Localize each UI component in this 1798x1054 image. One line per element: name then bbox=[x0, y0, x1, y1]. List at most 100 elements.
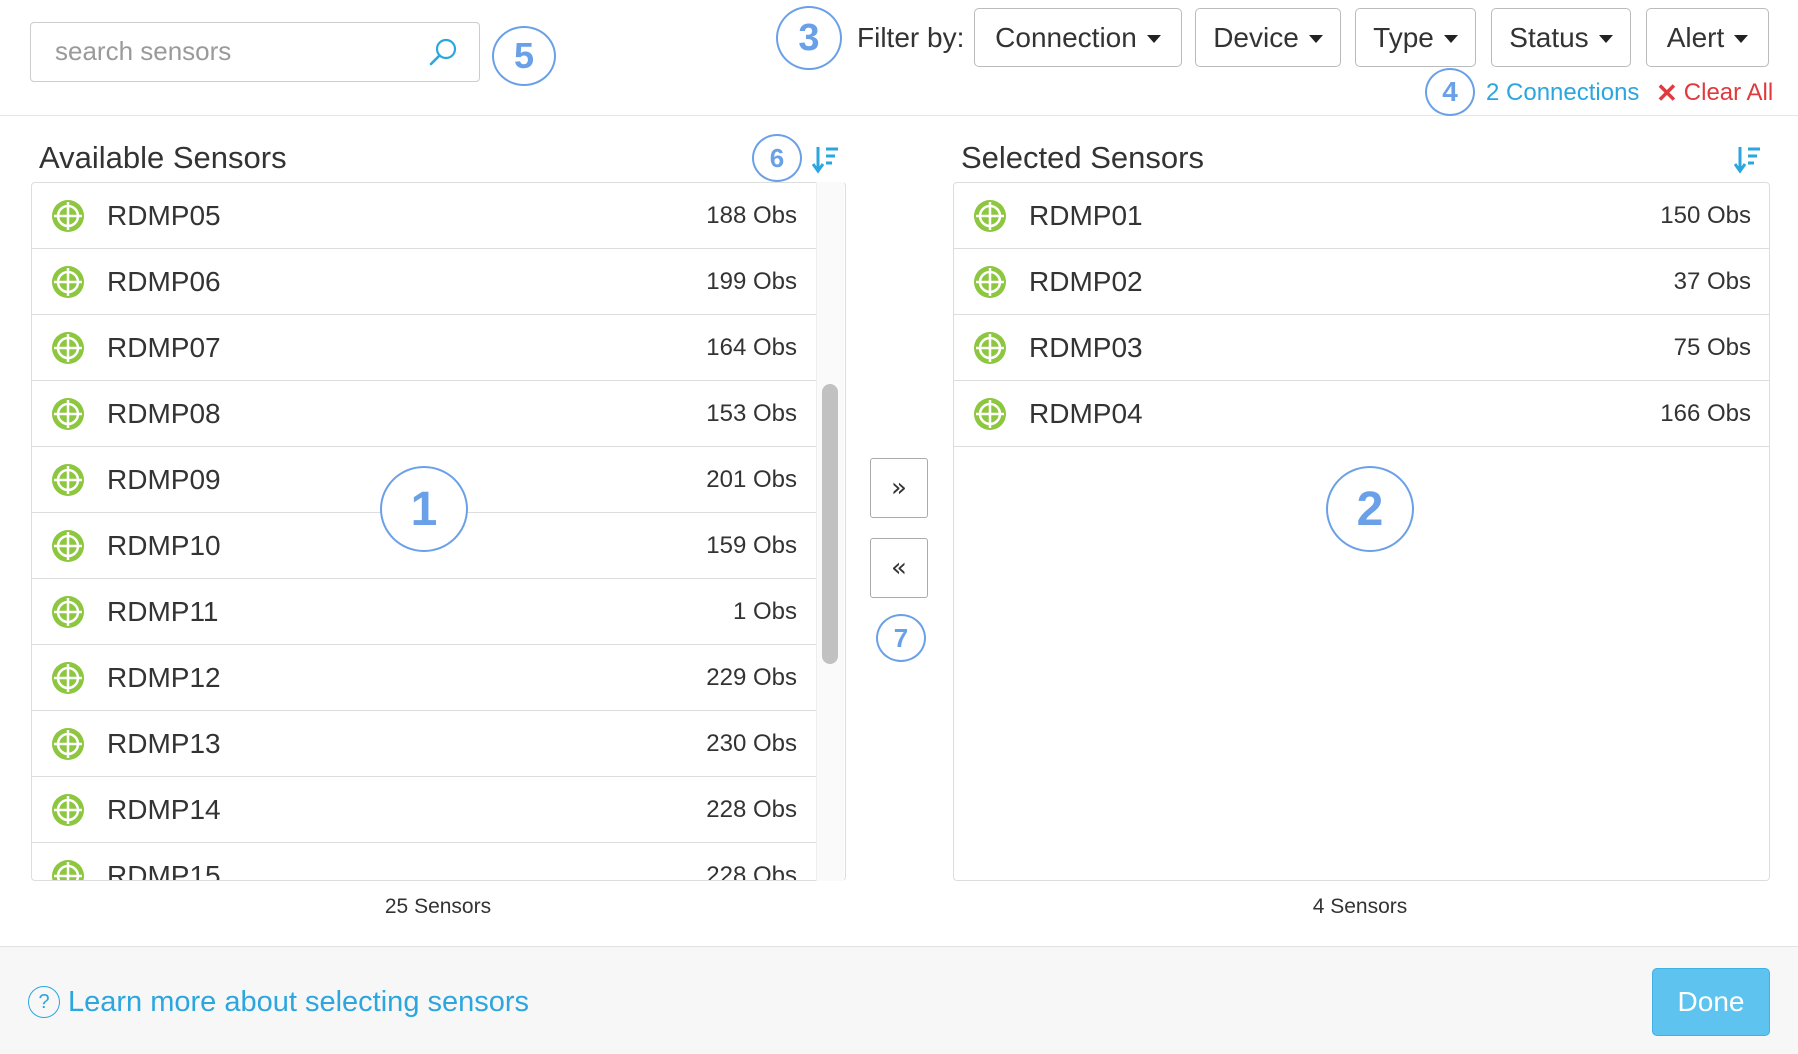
sensor-icon bbox=[52, 859, 84, 880]
callout-4: 4 bbox=[1425, 68, 1475, 116]
search-box[interactable] bbox=[30, 22, 480, 82]
selected-count: 4 Sensors bbox=[1312, 895, 1408, 918]
sensor-name: RDMP13 bbox=[107, 727, 221, 759]
search-icon[interactable] bbox=[427, 37, 459, 69]
sensor-icon bbox=[52, 397, 84, 430]
sensor-obs-count: 188 Obs bbox=[706, 201, 797, 229]
list-item[interactable]: RDMP03 75 Obs bbox=[954, 315, 1769, 381]
sensor-obs-count: 199 Obs bbox=[706, 267, 797, 295]
available-count: 25 Sensors bbox=[384, 895, 492, 918]
sensor-name: RDMP02 bbox=[1029, 265, 1143, 297]
list-item[interactable]: RDMP04 166 Obs bbox=[954, 381, 1769, 447]
help-link[interactable]: Learn more about selecting sensors bbox=[68, 984, 529, 1020]
callout-2: 2 bbox=[1326, 466, 1414, 552]
filter-device-label: Device bbox=[1213, 21, 1299, 53]
sensor-obs-count: 166 Obs bbox=[1660, 399, 1751, 427]
list-item[interactable]: RDMP01 150 Obs bbox=[954, 183, 1769, 249]
filter-device-button[interactable]: Device bbox=[1195, 8, 1341, 67]
filter-status-label: Status bbox=[1509, 21, 1589, 53]
add-selected-button[interactable]: » bbox=[870, 458, 928, 518]
caret-down-icon bbox=[1598, 34, 1613, 43]
sensor-icon bbox=[52, 199, 84, 232]
sensor-icon bbox=[52, 793, 84, 826]
filter-alert-button[interactable]: Alert bbox=[1646, 8, 1769, 67]
list-item[interactable]: RDMP02 37 Obs bbox=[954, 249, 1769, 315]
callout-3: 3 bbox=[776, 6, 842, 70]
filter-alert-label: Alert bbox=[1666, 21, 1725, 53]
filter-type-button[interactable]: Type bbox=[1355, 8, 1476, 67]
connections-link[interactable]: 2 Connections bbox=[1486, 78, 1639, 108]
sensor-name: RDMP07 bbox=[107, 331, 221, 363]
filter-type-label: Type bbox=[1373, 21, 1434, 53]
list-item[interactable]: RDMP11 1 Obs bbox=[32, 579, 817, 645]
sensor-name: RDMP08 bbox=[107, 397, 221, 429]
sensor-icon bbox=[52, 265, 84, 298]
filter-status-button[interactable]: Status bbox=[1491, 8, 1631, 67]
sensor-obs-count: 201 Obs bbox=[706, 465, 797, 493]
clear-all-label: Clear All bbox=[1683, 79, 1774, 106]
clear-all-button[interactable]: ✕ Clear All bbox=[1656, 78, 1773, 108]
list-item[interactable]: RDMP07 164 Obs bbox=[32, 315, 817, 381]
sensor-icon bbox=[52, 529, 84, 562]
done-button[interactable]: Done bbox=[1652, 968, 1770, 1036]
sensor-icon bbox=[974, 265, 1006, 298]
sensor-obs-count: 150 Obs bbox=[1660, 201, 1751, 229]
sensor-obs-count: 159 Obs bbox=[706, 531, 797, 559]
sensor-obs-count: 228 Obs bbox=[706, 795, 797, 823]
sensor-icon bbox=[974, 331, 1006, 364]
sensor-name: RDMP09 bbox=[107, 463, 221, 495]
sensor-obs-count: 75 Obs bbox=[1673, 333, 1751, 361]
sensor-name: RDMP12 bbox=[107, 661, 221, 693]
sensor-obs-count: 229 Obs bbox=[706, 663, 797, 691]
sensor-name: RDMP03 bbox=[1029, 331, 1143, 363]
remove-selected-button[interactable]: « bbox=[870, 538, 928, 598]
caret-down-icon bbox=[1443, 34, 1458, 43]
sensor-obs-count: 153 Obs bbox=[706, 399, 797, 427]
sort-selected-icon[interactable] bbox=[1734, 144, 1762, 174]
list-item[interactable]: RDMP05 188 Obs bbox=[32, 183, 817, 249]
callout-1: 1 bbox=[380, 466, 468, 552]
caret-down-icon bbox=[1734, 34, 1749, 43]
sensor-name: RDMP11 bbox=[107, 595, 219, 627]
sensor-obs-count: 230 Obs bbox=[706, 729, 797, 757]
list-item[interactable]: RDMP06 199 Obs bbox=[32, 249, 817, 315]
sensor-obs-count: 228 Obs bbox=[706, 861, 797, 881]
sensor-name: RDMP05 bbox=[107, 199, 221, 231]
sensor-obs-count: 1 Obs bbox=[732, 597, 797, 625]
sensor-obs-count: 37 Obs bbox=[1673, 267, 1751, 295]
sensor-icon bbox=[52, 331, 84, 364]
sensor-obs-count: 164 Obs bbox=[706, 333, 797, 361]
search-input[interactable] bbox=[31, 23, 411, 79]
sensor-icon bbox=[52, 463, 84, 496]
sensor-name: RDMP10 bbox=[107, 529, 221, 561]
close-icon: ✕ bbox=[1656, 78, 1678, 108]
available-sensors-title: Available Sensors bbox=[39, 140, 287, 175]
caret-down-icon bbox=[1146, 34, 1161, 43]
sensor-icon bbox=[52, 595, 84, 628]
sort-available-icon[interactable] bbox=[812, 144, 840, 174]
callout-6: 6 bbox=[752, 134, 802, 182]
sensor-icon bbox=[974, 199, 1006, 232]
sensor-name: RDMP14 bbox=[107, 793, 221, 825]
sensor-icon bbox=[974, 397, 1006, 430]
filter-label: Filter by: bbox=[857, 22, 965, 53]
sensor-name: RDMP01 bbox=[1029, 199, 1143, 231]
callout-7: 7 bbox=[876, 614, 926, 662]
filter-connection-label: Connection bbox=[995, 21, 1137, 53]
sensor-name: RDMP15 bbox=[107, 859, 221, 881]
sensor-icon bbox=[52, 661, 84, 694]
list-item[interactable]: RDMP13 230 Obs bbox=[32, 711, 817, 777]
scrollbar-thumb[interactable] bbox=[822, 384, 838, 664]
list-item[interactable]: RDMP15 228 Obs bbox=[32, 843, 817, 881]
sensor-name: RDMP04 bbox=[1029, 397, 1143, 429]
filter-connection-button[interactable]: Connection bbox=[974, 8, 1182, 67]
caret-down-icon bbox=[1308, 34, 1323, 43]
sensor-name: RDMP06 bbox=[107, 265, 221, 297]
selected-sensors-title: Selected Sensors bbox=[961, 140, 1204, 175]
callout-5: 5 bbox=[492, 26, 556, 86]
list-item[interactable]: RDMP12 229 Obs bbox=[32, 645, 817, 711]
help-icon[interactable]: ? bbox=[28, 986, 60, 1018]
list-item[interactable]: RDMP08 153 Obs bbox=[32, 381, 817, 447]
list-item[interactable]: RDMP14 228 Obs bbox=[32, 777, 817, 843]
sensor-icon bbox=[52, 727, 84, 760]
